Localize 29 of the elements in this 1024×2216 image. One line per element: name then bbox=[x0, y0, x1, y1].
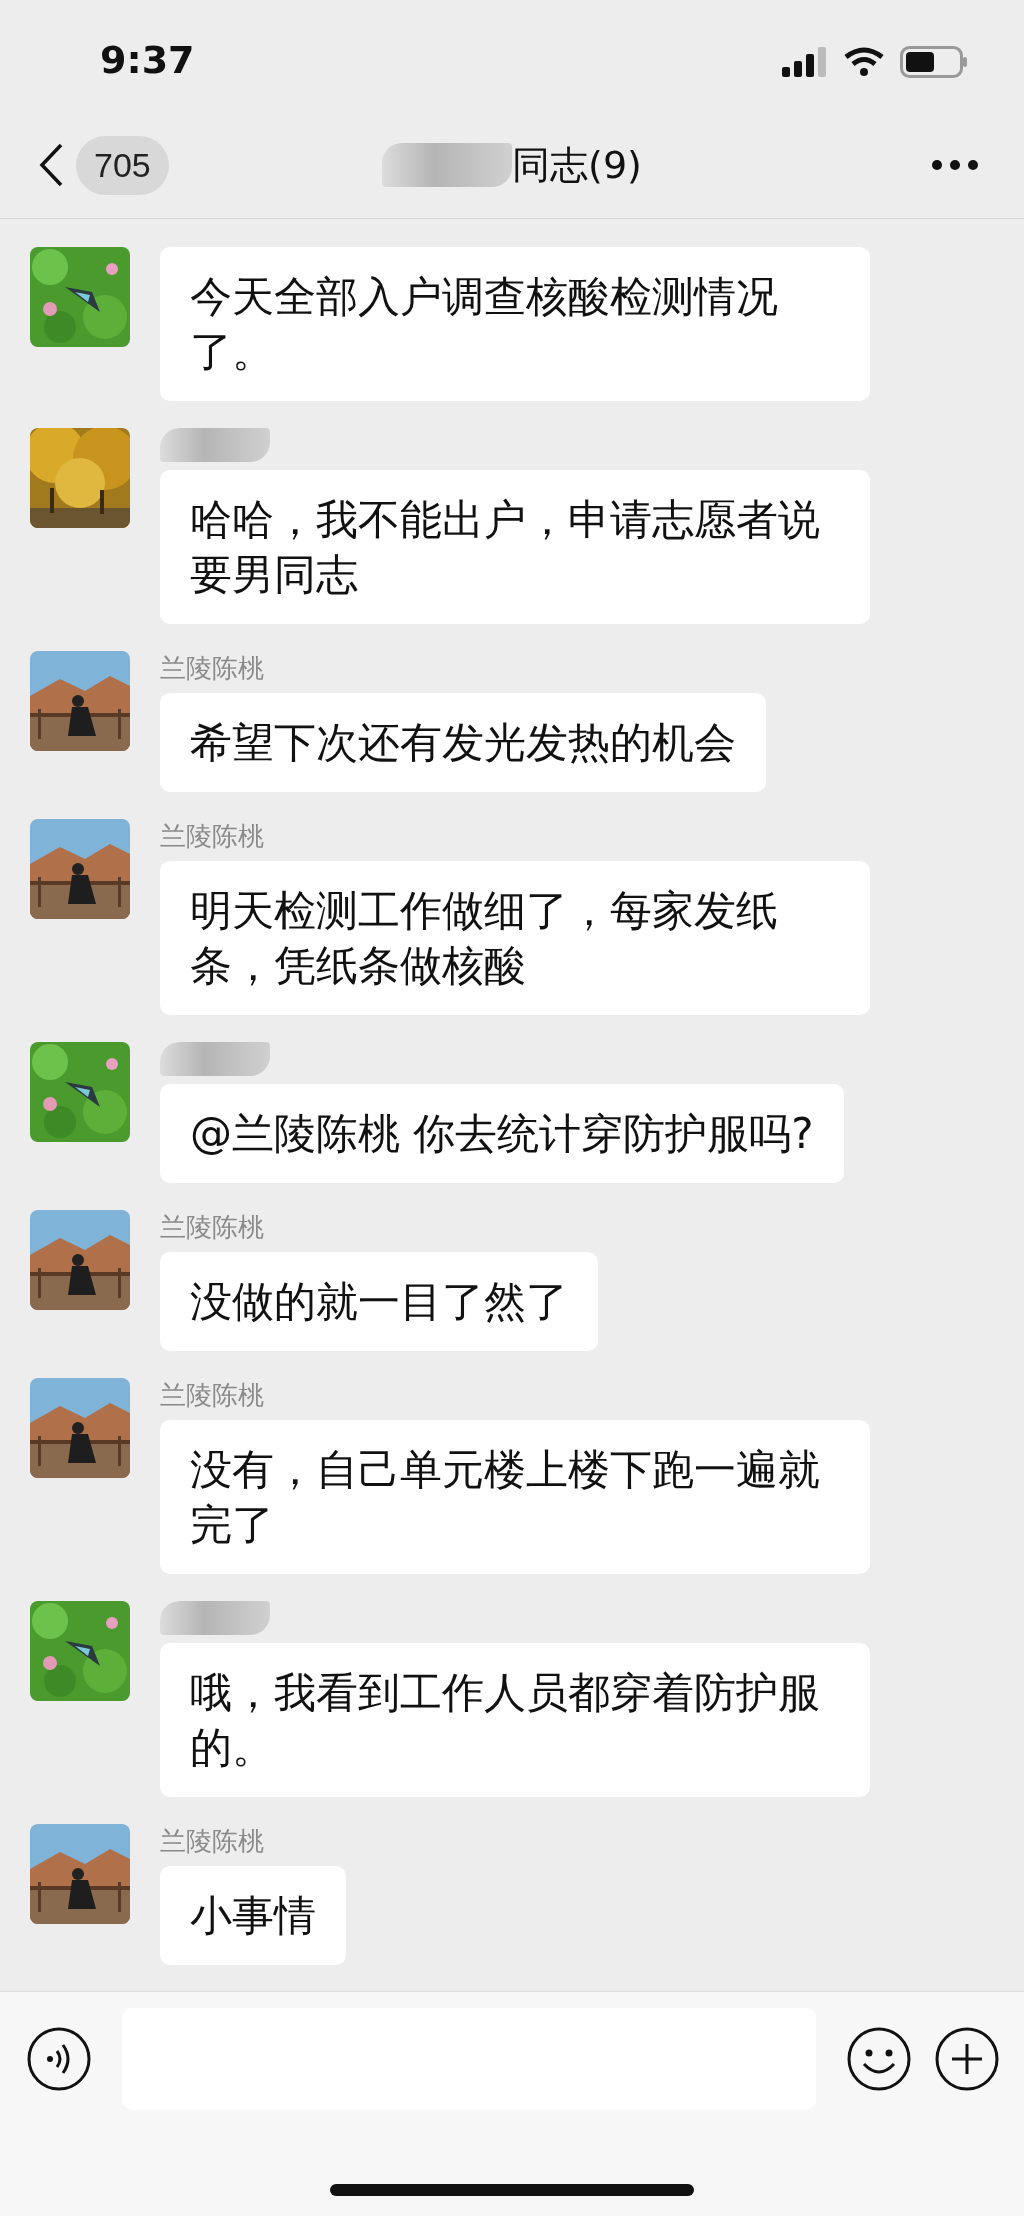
sender-name: 兰陵陈桃 bbox=[160, 652, 264, 685]
emoji-icon bbox=[846, 2026, 912, 2092]
sender-name: 兰陵陈桃 bbox=[160, 1825, 264, 1858]
message-bubble: 今天全部入户调查核酸检测情况了。 bbox=[160, 247, 870, 401]
message-bubble: 希望下次还有发光发热的机会 bbox=[160, 693, 766, 792]
voice-button[interactable] bbox=[26, 2026, 92, 2092]
chat-title: 同志(9) bbox=[512, 141, 642, 189]
more-icon bbox=[932, 159, 978, 170]
back-icon bbox=[38, 143, 64, 187]
add-button[interactable] bbox=[934, 2026, 1000, 2092]
back-button[interactable]: 705 bbox=[0, 135, 169, 195]
message-bubble: 明天检测工作做细了，每家发纸条，凭纸条做核酸 bbox=[160, 861, 870, 1015]
status-time: 9:37 bbox=[100, 38, 195, 84]
message-bubble: 哦，我看到工作人员都穿着防护服的。 bbox=[160, 1643, 870, 1797]
battery-icon bbox=[900, 46, 968, 78]
signal-icon bbox=[782, 47, 828, 77]
sender-name: 兰陵陈桃 bbox=[160, 1211, 264, 1244]
wifi-icon bbox=[844, 47, 884, 77]
message-bubble: 哈哈，我不能出户，申请志愿者说要男同志 bbox=[160, 470, 870, 624]
voice-icon bbox=[26, 2026, 92, 2092]
unread-count: 705 bbox=[76, 135, 169, 195]
message-bubble: 小事情 bbox=[160, 1866, 346, 1965]
message-bubble: 没有，自己单元楼上楼下跑一遍就完了 bbox=[160, 1420, 870, 1574]
plus-icon bbox=[934, 2026, 1000, 2092]
message-bubble: 没做的就一目了然了 bbox=[160, 1252, 598, 1351]
sender-name: 兰陵陈桃 bbox=[160, 1379, 264, 1412]
sender-name: 兰陵陈桃 bbox=[160, 820, 264, 853]
emoji-button[interactable] bbox=[846, 2026, 912, 2092]
message-bubble: @兰陵陈桃 你去统计穿防护服吗? bbox=[160, 1084, 844, 1183]
